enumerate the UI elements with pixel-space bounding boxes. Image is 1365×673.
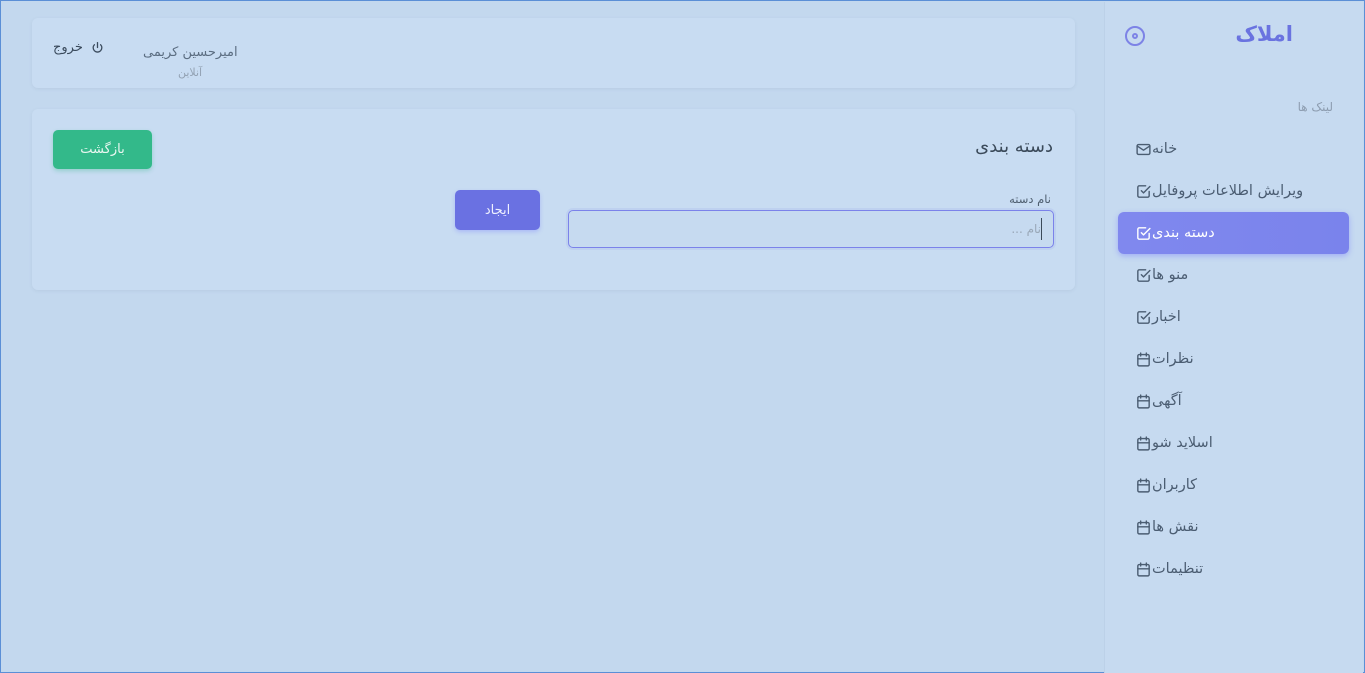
- sidebar-item-7[interactable]: اسلاید شو: [1118, 422, 1349, 464]
- calendar-icon: [1134, 518, 1152, 536]
- sidebar-item-label: تنظیمات: [1152, 561, 1204, 577]
- sidebar-item-2[interactable]: دسته بندی: [1118, 212, 1349, 254]
- sidebar-item-1[interactable]: ویرایش اطلاعات پروفایل: [1118, 170, 1349, 212]
- brand-logo-text[interactable]: املاک: [1235, 22, 1293, 46]
- sidebar-item-row: اخبار: [1118, 308, 1335, 326]
- calendar-icon: [1134, 392, 1152, 410]
- sidebar-item-row: نقش ها: [1118, 518, 1335, 536]
- top-navbar: خروج امیرحسین کریمی آنلاین: [32, 18, 1075, 88]
- menu-header: لینک ها: [1297, 100, 1333, 114]
- sidebar-item-row: اسلاید شو: [1118, 434, 1335, 452]
- sidebar-item-label: نظرات: [1152, 351, 1194, 367]
- sidebar-item-label: اسلاید شو: [1152, 435, 1213, 451]
- sidebar-item-row: منو ها: [1118, 266, 1335, 284]
- calendar-icon: [1134, 560, 1152, 578]
- logout-button[interactable]: خروج: [53, 40, 104, 55]
- sidebar-item-label: اخبار: [1152, 309, 1181, 325]
- sidebar-item-8[interactable]: کاربران: [1118, 464, 1349, 506]
- sidebar-item-row: کاربران: [1118, 476, 1335, 494]
- sidebar-item-row: نظرات: [1118, 350, 1335, 368]
- category-card: دسته بندی بازگشت نام دسته ایجاد: [32, 109, 1075, 290]
- sidebar-item-5[interactable]: نظرات: [1118, 338, 1349, 380]
- sidebar-item-label: منو ها: [1152, 267, 1189, 283]
- sidebar-item-label: خانه: [1152, 141, 1178, 157]
- sidebar-toggle-icon[interactable]: [1125, 26, 1145, 46]
- sidebar-item-row: خانه: [1118, 140, 1335, 158]
- check-square-icon: [1134, 182, 1152, 200]
- app-frame: املاک لینک ها خانه ویرایش اطلاعات پروفایل…: [0, 0, 1365, 673]
- sidebar-item-0[interactable]: خانه: [1118, 128, 1349, 170]
- sidebar-menu: خانه ویرایش اطلاعات پروفایل دسته بندی منو ه…: [1118, 128, 1349, 590]
- calendar-icon: [1134, 350, 1152, 368]
- check-square-icon: [1134, 266, 1152, 284]
- back-button[interactable]: بازگشت: [53, 130, 152, 169]
- sidebar-item-label: ویرایش اطلاعات پروفایل: [1152, 183, 1304, 199]
- sidebar-item-label: کاربران: [1152, 477, 1198, 493]
- sidebar-item-row: ویرایش اطلاعات پروفایل: [1118, 182, 1335, 200]
- check-square-icon: [1134, 224, 1152, 242]
- page-title: دسته بندی: [975, 136, 1053, 157]
- logout-label: خروج: [53, 40, 83, 55]
- user-status: آنلاین: [178, 66, 203, 79]
- sidebar-item-9[interactable]: نقش ها: [1118, 506, 1349, 548]
- calendar-icon: [1134, 434, 1152, 452]
- text-caret: [1041, 218, 1042, 240]
- create-button[interactable]: ایجاد: [455, 190, 540, 230]
- mail-icon: [1134, 140, 1152, 158]
- sidebar-item-row: دسته بندی: [1118, 224, 1335, 242]
- check-square-icon: [1134, 308, 1152, 326]
- category-name-label: نام دسته: [1009, 192, 1051, 206]
- sidebar-item-6[interactable]: آگهی: [1118, 380, 1349, 422]
- sidebar-item-label: نقش ها: [1152, 519, 1199, 535]
- power-icon: [91, 41, 104, 54]
- sidebar-item-10[interactable]: تنظیمات: [1118, 548, 1349, 590]
- sidebar-item-label: دسته بندی: [1152, 225, 1215, 241]
- sidebar-item-row: آگهی: [1118, 392, 1335, 410]
- sidebar-item-label: آگهی: [1152, 393, 1182, 409]
- sidebar-item-3[interactable]: منو ها: [1118, 254, 1349, 296]
- calendar-icon: [1134, 476, 1152, 494]
- category-name-input[interactable]: [568, 210, 1054, 248]
- sidebar-item-row: تنظیمات: [1118, 560, 1335, 578]
- user-name: امیرحسین کریمی: [143, 45, 238, 60]
- sidebar-item-4[interactable]: اخبار: [1118, 296, 1349, 338]
- sidebar: املاک لینک ها خانه ویرایش اطلاعات پروفایل…: [1104, 2, 1363, 673]
